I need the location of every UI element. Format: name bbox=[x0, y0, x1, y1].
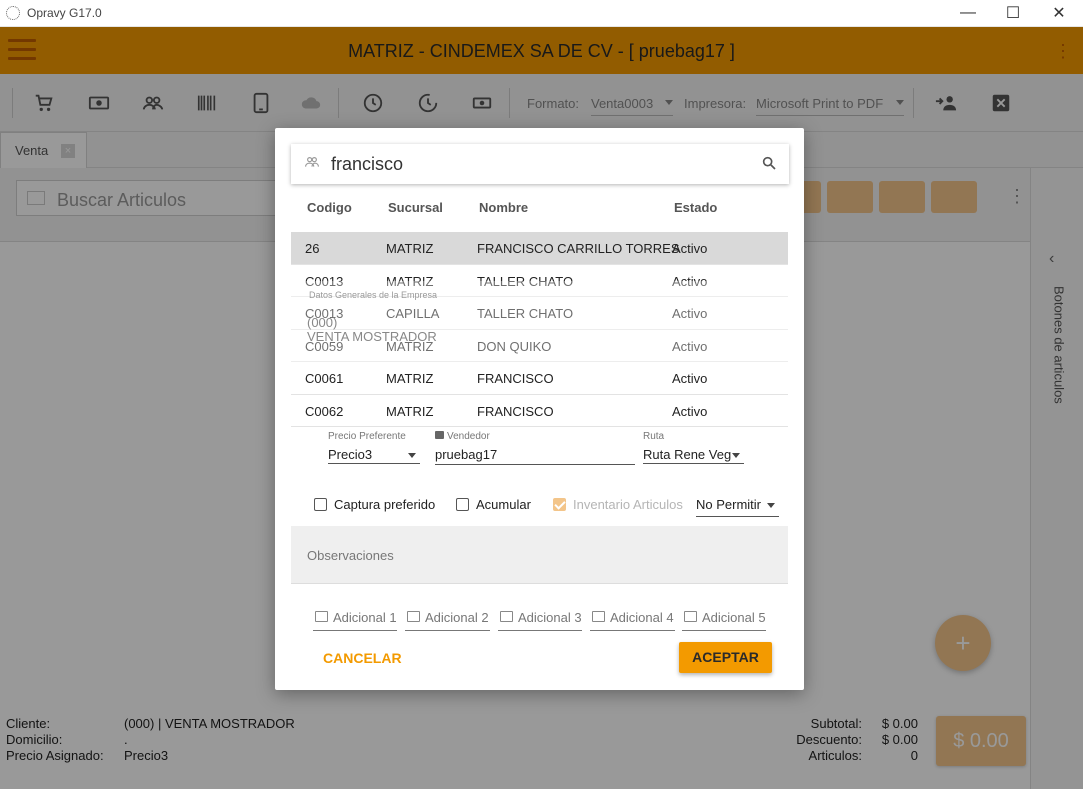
adicional-3-field[interactable]: Adicional 3 bbox=[498, 609, 582, 631]
cell-sucursal: MATRIZ bbox=[386, 241, 434, 256]
vendedor-field[interactable]: Vendedor pruebag17 bbox=[435, 431, 635, 465]
comment-icon bbox=[315, 611, 328, 622]
cell-sucursal: MATRIZ bbox=[386, 273, 434, 289]
column-header-estado[interactable]: Estado bbox=[674, 200, 717, 215]
cell-codigo: C0013 bbox=[305, 273, 344, 289]
table-header: Codigo Sucursal Nombre Estado bbox=[291, 200, 789, 220]
people-icon bbox=[305, 157, 319, 167]
close-window-button[interactable]: ✕ bbox=[1036, 0, 1082, 26]
column-header-nombre[interactable]: Nombre bbox=[479, 200, 528, 215]
cell-nombre: TALLER CHATO bbox=[477, 273, 574, 289]
cell-codigo: C0061 bbox=[305, 371, 344, 386]
window-title: Opravy G17.0 bbox=[27, 6, 102, 20]
cell-codigo: 26 bbox=[305, 241, 320, 256]
customer-search-box bbox=[291, 144, 789, 184]
precio-preferente-label: Precio Preferente bbox=[328, 431, 406, 442]
adicional-4-label: Adicional 4 bbox=[610, 610, 674, 625]
adicional-5-field[interactable]: Adicional 5 bbox=[682, 609, 766, 631]
comment-icon bbox=[407, 611, 420, 622]
app-icon bbox=[6, 6, 20, 20]
adicional-5-label: Adicional 5 bbox=[702, 610, 766, 625]
comment-icon bbox=[500, 611, 513, 622]
adicional-2-label: Adicional 2 bbox=[425, 610, 489, 625]
column-header-sucursal[interactable]: Sucursal bbox=[388, 200, 443, 215]
comment-icon bbox=[684, 611, 697, 622]
adicional-3-label: Adicional 3 bbox=[518, 610, 582, 625]
captura-preferido-label: Captura preferido bbox=[334, 497, 436, 512]
window-titlebar: Opravy G17.0 — ☐ ✕ bbox=[0, 0, 1083, 27]
cell-estado: Activo bbox=[672, 338, 708, 354]
cell-nombre: FRANCISCO CARRILLO TORRES bbox=[477, 241, 680, 256]
cancel-button[interactable]: CANCELAR bbox=[315, 642, 402, 674]
search-icon[interactable] bbox=[761, 155, 777, 171]
table-row[interactable]: C0013 CAPILLA TALLER CHATO Activo bbox=[291, 297, 788, 330]
inventario-label: Inventario Articulos bbox=[573, 497, 683, 512]
cell-nombre: TALLER CHATO bbox=[477, 306, 574, 321]
maximize-button[interactable]: ☐ bbox=[990, 0, 1036, 26]
table-row[interactable]: C0062 MATRIZ FRANCISCO Activo bbox=[291, 395, 788, 427]
cell-nombre: FRANCISCO bbox=[477, 371, 554, 386]
captura-preferido-box[interactable] bbox=[314, 498, 327, 511]
ruta-select[interactable]: Ruta Ruta Rene Veg bbox=[643, 431, 744, 464]
acumular-box[interactable] bbox=[456, 498, 469, 511]
table-row[interactable]: C0059 MATRIZ DON QUIKO Activo bbox=[291, 330, 788, 362]
adicional-2-field[interactable]: Adicional 2 bbox=[405, 609, 490, 631]
minimize-button[interactable]: — bbox=[945, 0, 991, 26]
adicional-1-label: Adicional 1 bbox=[333, 610, 397, 625]
cell-sucursal: MATRIZ bbox=[386, 338, 434, 354]
adicional-4-field[interactable]: Adicional 4 bbox=[590, 609, 675, 631]
precio-preferente-select[interactable]: Precio Preferente Precio3 bbox=[328, 431, 420, 464]
customer-search-input[interactable] bbox=[331, 150, 751, 178]
customer-select-dialog: Codigo Sucursal Nombre Estado 26 MATRIZ … bbox=[275, 128, 804, 690]
vendedor-value: pruebag17 bbox=[435, 447, 498, 462]
permitir-value: No Permitir bbox=[696, 497, 762, 512]
cell-codigo: C0059 bbox=[305, 338, 344, 354]
cell-estado: Activo bbox=[672, 306, 708, 321]
table-row[interactable]: 26 MATRIZ FRANCISCO CARRILLO TORRES Acti… bbox=[291, 232, 788, 265]
comment-icon bbox=[592, 611, 605, 622]
precio-preferente-value: Precio3 bbox=[328, 447, 373, 462]
cell-sucursal: CAPILLA bbox=[386, 306, 440, 321]
cell-estado: Activo bbox=[672, 241, 708, 256]
permitir-select[interactable]: No Permitir bbox=[696, 481, 779, 517]
cell-nombre: FRANCISCO bbox=[477, 403, 554, 419]
cell-codigo: C0013 bbox=[305, 306, 344, 321]
observaciones-placeholder: Observaciones bbox=[307, 548, 394, 563]
observaciones-field[interactable]: Observaciones bbox=[291, 526, 788, 584]
cell-codigo: C0062 bbox=[305, 403, 344, 419]
customer-table-body: 26 MATRIZ FRANCISCO CARRILLO TORRES Acti… bbox=[291, 232, 788, 427]
column-header-codigo[interactable]: Codigo bbox=[307, 200, 352, 215]
cell-sucursal: MATRIZ bbox=[386, 371, 434, 386]
accept-button[interactable]: ACEPTAR bbox=[679, 642, 772, 673]
table-row[interactable]: C0013 MATRIZ TALLER CHATO Activo bbox=[291, 265, 788, 297]
ruta-label: Ruta bbox=[643, 431, 665, 442]
ruta-value: Ruta Rene Veg bbox=[643, 447, 732, 462]
cell-estado: Activo bbox=[672, 371, 708, 386]
adicional-1-field[interactable]: Adicional 1 bbox=[313, 609, 397, 631]
vendedor-label: Vendedor bbox=[435, 431, 490, 442]
badge-icon bbox=[435, 431, 444, 439]
cell-sucursal: MATRIZ bbox=[386, 403, 434, 419]
cell-estado: Activo bbox=[672, 273, 708, 289]
table-row[interactable]: C0061 MATRIZ FRANCISCO Activo bbox=[291, 362, 788, 395]
cell-estado: Activo bbox=[672, 403, 708, 419]
acumular-label: Acumular bbox=[476, 497, 531, 512]
cell-nombre: DON QUIKO bbox=[477, 338, 552, 354]
inventario-box bbox=[553, 498, 566, 511]
